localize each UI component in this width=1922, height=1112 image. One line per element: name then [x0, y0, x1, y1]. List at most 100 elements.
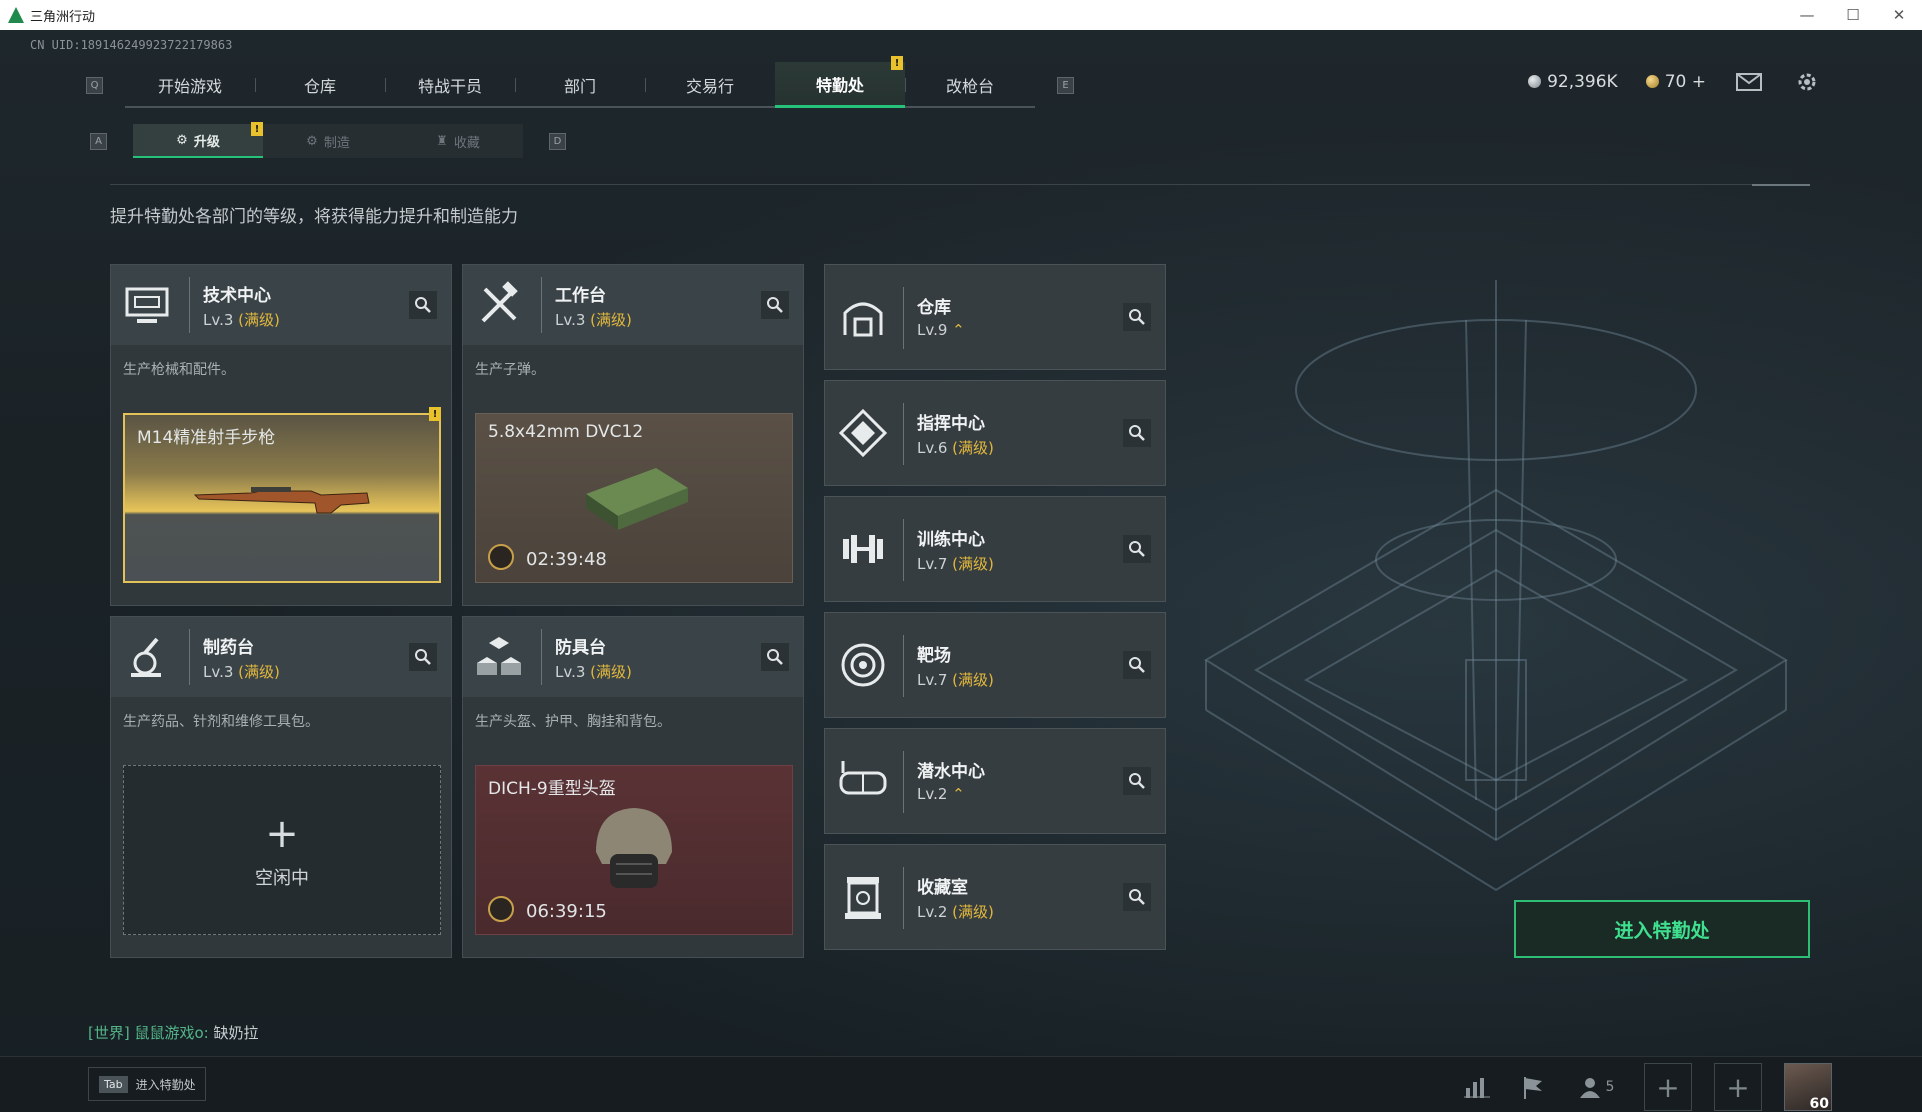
- tab-warehouse[interactable]: 仓库: [255, 62, 385, 108]
- subtab-upgrade-label: 升级: [193, 134, 220, 150]
- helmet-image: [596, 808, 672, 888]
- subnav-next-key[interactable]: D: [549, 132, 566, 150]
- card-divider: [903, 519, 904, 581]
- tab-operators[interactable]: 特战干员: [385, 62, 515, 108]
- inspect-button[interactable]: [1123, 651, 1151, 679]
- tab-start-game[interactable]: 开始游戏: [125, 62, 255, 108]
- enter-special-ops-button[interactable]: 进入特勤处: [1514, 900, 1810, 958]
- tools-icon: [481, 281, 518, 323]
- divider-line: [110, 184, 1810, 185]
- add-gold-icon[interactable]: +: [1692, 72, 1706, 92]
- card-header: 工作台 Lv.3 (满级): [463, 265, 803, 345]
- gold-currency[interactable]: 70 +: [1645, 72, 1706, 92]
- slot-item-name: 5.8x42mm DVC12: [488, 422, 644, 442]
- production-slot[interactable]: 5.8x42mm DVC12 02:39:48: [475, 413, 793, 583]
- search-icon: [1129, 889, 1145, 905]
- inspect-button[interactable]: [409, 643, 437, 671]
- minimize-button[interactable]: —: [1784, 0, 1830, 30]
- production-slot[interactable]: M14精准射手步枪 !: [123, 407, 441, 583]
- department-card-diving-center[interactable]: 潜水中心 Lv.2 ⌃: [824, 728, 1166, 834]
- workshop-card-workbench[interactable]: 工作台 Lv.3 (满级) 生产子弹。 5.8x42mm DVC12 02:39…: [462, 264, 804, 606]
- window-titlebar: 三角洲行动 — ☐ ✕: [0, 0, 1922, 30]
- subtab-collection[interactable]: ♜ 收藏: [393, 124, 523, 158]
- inspect-button[interactable]: [1123, 419, 1151, 447]
- chat-channel: [世界]: [88, 1024, 130, 1042]
- subtab-upgrade[interactable]: ⚙ 升级 !: [133, 122, 263, 158]
- tab-department[interactable]: 部门: [515, 62, 645, 108]
- subnav-prev-key[interactable]: A: [90, 132, 107, 150]
- subtab-craft-label: 制造: [323, 135, 350, 151]
- workshop-card-armor-bench[interactable]: 防具台 Lv.3 (满级) 生产头盔、护甲、胸挂和背包。 DICH-9重型头盔 …: [462, 616, 804, 958]
- inspect-button[interactable]: [1123, 767, 1151, 795]
- collection-showcase-icon: [845, 877, 881, 919]
- workshop-card-tech-center[interactable]: 技术中心 Lv.3 (满级) 生产枪械和配件。 M14精准射手步枪 !: [110, 264, 452, 606]
- world-chat-line[interactable]: [世界] 鼠鼠游戏o: 缺奶拉: [88, 1022, 259, 1043]
- maximize-button[interactable]: ☐: [1830, 0, 1876, 30]
- invite-slot-button[interactable]: +: [1644, 1063, 1692, 1111]
- level-value: Lv.2: [917, 903, 948, 921]
- stats-chart-icon[interactable]: [1460, 1067, 1494, 1107]
- tab-market[interactable]: 交易行: [645, 62, 775, 108]
- card-title: 制药台: [203, 638, 254, 658]
- player-uid: CN UID:18914624992372217986​3: [30, 38, 233, 52]
- gold-amount: 70: [1664, 72, 1687, 92]
- mail-icon[interactable]: [1734, 70, 1764, 94]
- card-divider: [903, 635, 904, 697]
- tab-gunsmith[interactable]: 改枪台: [905, 62, 1035, 108]
- friends-icon[interactable]: 5: [1572, 1067, 1622, 1107]
- inspect-button[interactable]: [1123, 303, 1151, 331]
- craft-icon: ⚙: [306, 133, 318, 149]
- idle-production-slot[interactable]: + 空闲中: [123, 765, 441, 935]
- production-slot[interactable]: DICH-9重型头盔 06:39:15: [475, 765, 793, 935]
- card-header: 制药台 Lv.3 (满级): [111, 617, 451, 697]
- tab-shortcut-hint[interactable]: Tab 进入特勤处: [88, 1067, 206, 1101]
- armor-cubes-icon: [477, 637, 521, 675]
- nav-next-key[interactable]: E: [1057, 76, 1074, 94]
- card-title: 防具台: [555, 638, 606, 658]
- inspect-button[interactable]: [761, 643, 789, 671]
- tab-alert-badge: !: [891, 56, 903, 70]
- max-level-tag: (满级): [590, 311, 632, 329]
- inspect-button[interactable]: [1123, 535, 1151, 563]
- card-description: 生产头盔、护甲、胸挂和背包。: [475, 714, 671, 730]
- search-icon: [1129, 541, 1145, 557]
- nav-prev-key[interactable]: Q: [86, 76, 103, 94]
- card-level: Lv.3 (满级): [555, 309, 632, 330]
- max-level-tag: (满级): [238, 311, 280, 329]
- max-level-tag: (满级): [590, 663, 632, 681]
- add-icon: +: [265, 811, 299, 857]
- subtab-craft[interactable]: ⚙ 制造: [263, 124, 393, 158]
- workshop-card-pharmacy[interactable]: 制药台 Lv.3 (满级) 生产药品、针剂和维修工具包。 + 空闲中: [110, 616, 452, 958]
- close-button[interactable]: ✕: [1876, 0, 1922, 30]
- department-card-command-center[interactable]: 指挥中心 Lv.6 (满级): [824, 380, 1166, 486]
- rifle-image: [193, 487, 370, 514]
- card-divider: [903, 287, 904, 349]
- bottom-bar: Tab 进入特勤处 5 + + 60: [0, 1056, 1922, 1112]
- card-title: 仓库: [917, 298, 951, 318]
- card-level: Lv.7 (满级): [917, 553, 994, 574]
- level-value: Lv.3: [555, 663, 586, 681]
- search-icon: [767, 649, 783, 665]
- player-avatar[interactable]: 60: [1784, 1063, 1832, 1112]
- inspect-button[interactable]: [761, 291, 789, 319]
- department-card-training-center[interactable]: 训练中心 Lv.7 (满级): [824, 496, 1166, 602]
- player-level: 60: [1809, 1096, 1829, 1112]
- upgrade-available-icon: ⌃: [952, 321, 965, 339]
- invite-slot-button[interactable]: +: [1714, 1063, 1762, 1111]
- upgrade-available-icon: ⌃: [952, 785, 965, 803]
- tab-special-ops[interactable]: 特勤处 !: [775, 56, 905, 108]
- inspect-button[interactable]: [409, 291, 437, 319]
- card-level: Lv.6 (满级): [917, 437, 994, 458]
- card-level: Lv.3 (满级): [203, 661, 280, 682]
- flag-icon[interactable]: [1516, 1067, 1550, 1107]
- settings-gear-icon[interactable]: [1792, 70, 1822, 94]
- top-right-status: 92,396K 70 +: [1528, 70, 1822, 94]
- chat-message: 缺奶拉: [213, 1024, 259, 1042]
- main-nav-tabs: 开始游戏 仓库 特战干员 部门 交易行 特勤处 ! 改枪台: [125, 56, 1035, 108]
- department-card-warehouse[interactable]: 仓库 Lv.9 ⌃: [824, 264, 1166, 370]
- inspect-button[interactable]: [1123, 883, 1151, 911]
- chat-user[interactable]: 鼠鼠游戏o:: [135, 1024, 209, 1042]
- department-card-shooting-range[interactable]: 靶场 Lv.7 (满级): [824, 612, 1166, 718]
- card-divider: [189, 629, 190, 685]
- department-card-collection-room[interactable]: 收藏室 Lv.2 (满级): [824, 844, 1166, 950]
